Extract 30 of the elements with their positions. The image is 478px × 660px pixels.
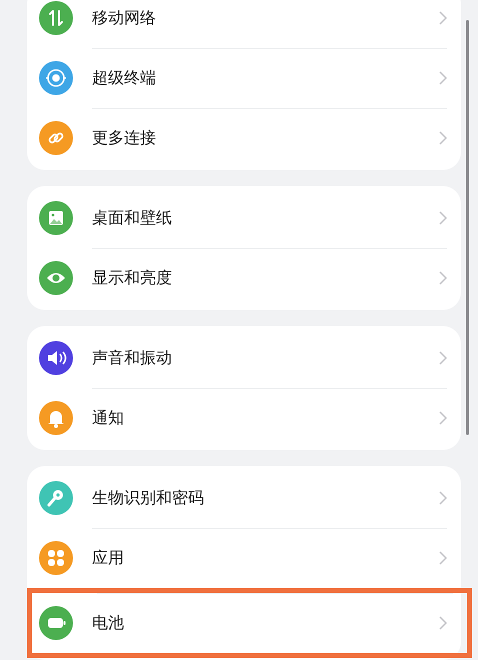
item-label: 超级终端 (92, 68, 157, 88)
item-label: 电池 (92, 612, 125, 634)
item-label: 应用 (92, 548, 125, 568)
settings-item[interactable]: 移动网络 (27, 0, 461, 48)
settings-item[interactable]: 超级终端 (27, 48, 461, 108)
chevron-icon (439, 616, 447, 630)
item-label: 更多连接 (92, 128, 157, 148)
settings-item[interactable]: 生物识别和密码 (27, 468, 461, 528)
chevron-icon (439, 491, 447, 505)
settings-item[interactable]: 更多连接 (27, 108, 461, 168)
item-label: 生物识别和密码 (92, 488, 205, 508)
chevron-icon (439, 71, 447, 85)
chevron-icon (439, 211, 447, 225)
item-label: 显示和亮度 (92, 268, 173, 288)
settings-item[interactable]: 应用 (27, 528, 461, 588)
settings-item[interactable]: 显示和亮度 (27, 248, 461, 308)
chevron-icon (439, 131, 447, 145)
item-label: 桌面和壁纸 (92, 208, 173, 228)
item-label: 通知 (92, 408, 125, 428)
chevron-icon (439, 11, 447, 25)
settings-item[interactable]: 电池 (27, 588, 472, 658)
settings-item[interactable]: 通知 (27, 388, 461, 448)
item-label: 移动网络 (92, 8, 157, 28)
settings-item[interactable]: 桌面和壁纸 (27, 188, 461, 248)
item-label: 声音和振动 (92, 348, 173, 368)
chevron-icon (439, 551, 447, 565)
chevron-icon (439, 351, 447, 365)
chevron-icon (439, 271, 447, 285)
chevron-icon (439, 411, 447, 425)
settings-item[interactable]: 声音和振动 (27, 328, 461, 388)
